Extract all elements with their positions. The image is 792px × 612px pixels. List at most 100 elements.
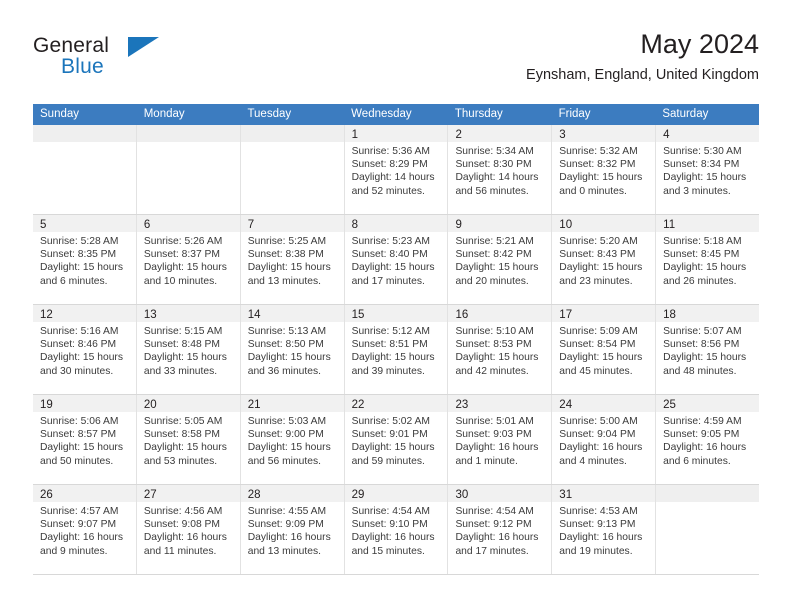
day-sun-info: Sunrise: 4:54 AM Sunset: 9:12 PM Daylight:… xyxy=(448,502,551,558)
day-sun-info: Sunrise: 5:15 AM Sunset: 8:48 PM Daylight:… xyxy=(137,322,240,378)
sunset-text: Sunset: 8:50 PM xyxy=(247,339,324,351)
sunset-text: Sunset: 9:05 PM xyxy=(663,429,740,441)
calendar-day-cell-empty xyxy=(33,125,137,214)
day-number: 5 xyxy=(40,219,47,231)
day-sun-info: Sunrise: 5:12 AM Sunset: 8:51 PM Daylight:… xyxy=(345,322,448,378)
calendar-day-cell[interactable]: 2 Sunrise: 5:34 AM Sunset: 8:30 PM Daylight… xyxy=(448,125,553,214)
general-blue-logo[interactable]: General Blue xyxy=(33,34,213,90)
calendar-day-cell[interactable]: 4 Sunrise: 5:30 AM Sunset: 8:34 PM Daylight… xyxy=(656,125,760,214)
daylight-text-line2: and 56 minutes. xyxy=(247,455,321,467)
day-number-bar xyxy=(656,485,760,502)
calendar-day-cell[interactable]: 14 Sunrise: 5:13 AM Sunset: 8:50 PM Dayligh… xyxy=(240,305,345,394)
calendar-day-cell[interactable]: 8 Sunrise: 5:23 AM Sunset: 8:40 PM Daylight… xyxy=(344,215,449,304)
sunrise-text: Sunrise: 5:36 AM xyxy=(351,146,430,157)
day-sun-info: Sunrise: 4:55 AM Sunset: 9:09 PM Daylight:… xyxy=(241,502,344,558)
day-number: 3 xyxy=(559,129,566,141)
daylight-text-line2: and 52 minutes. xyxy=(351,185,425,197)
calendar-day-cell[interactable]: 28 Sunrise: 4:55 AM Sunset: 9:09 PM Dayligh… xyxy=(240,485,345,574)
day-number-bar xyxy=(240,125,344,142)
sunset-text: Sunset: 8:37 PM xyxy=(143,249,220,261)
daylight-text-line2: and 4 minutes. xyxy=(559,455,627,467)
day-number-bar: 18 xyxy=(656,305,760,322)
day-sun-info: Sunrise: 5:06 AM Sunset: 8:57 PM Daylight:… xyxy=(33,412,136,468)
daylight-text-line1: Daylight: 16 hours xyxy=(351,532,435,544)
calendar-day-cell[interactable]: 9 Sunrise: 5:21 AM Sunset: 8:42 PM Daylight… xyxy=(448,215,553,304)
calendar-day-cell[interactable]: 10 Sunrise: 5:20 AM Sunset: 8:43 PM Dayligh… xyxy=(552,215,657,304)
daylight-text-line2: and 11 minutes. xyxy=(143,545,217,557)
sunrise-text: Sunrise: 4:56 AM xyxy=(143,506,223,517)
calendar-day-cell[interactable]: 12 Sunrise: 5:16 AM Sunset: 8:46 PM Dayligh… xyxy=(33,305,137,394)
day-number: 13 xyxy=(143,309,157,321)
calendar-day-cell[interactable]: 26 Sunrise: 4:57 AM Sunset: 9:07 PM Dayligh… xyxy=(33,485,137,574)
daylight-text-line1: Daylight: 16 hours xyxy=(559,532,643,544)
daylight-text-line2: and 10 minutes. xyxy=(143,275,218,287)
calendar-day-cell[interactable]: 17 Sunrise: 5:09 AM Sunset: 8:54 PM Dayligh… xyxy=(552,305,657,394)
day-number: 1 xyxy=(351,129,358,141)
calendar-day-cell[interactable]: 7 Sunrise: 5:25 AM Sunset: 8:38 PM Daylight… xyxy=(240,215,345,304)
calendar-day-cell[interactable]: 13 Sunrise: 5:15 AM Sunset: 8:48 PM Dayligh… xyxy=(136,305,241,394)
day-number: 7 xyxy=(247,219,255,231)
calendar-day-cell[interactable]: 5 Sunrise: 5:28 AM Sunset: 8:35 PM Daylight… xyxy=(33,215,137,304)
sunset-text: Sunset: 8:30 PM xyxy=(455,159,532,171)
sunrise-text: Sunrise: 5:30 AM xyxy=(663,146,742,157)
day-sun-info: Sunrise: 5:07 AM Sunset: 8:56 PM Daylight:… xyxy=(656,322,759,378)
daylight-text-line2: and 19 minutes. xyxy=(559,545,633,557)
daylight-text-line2: and 15 minutes. xyxy=(351,545,425,557)
calendar-day-cell[interactable]: 23 Sunrise: 5:01 AM Sunset: 9:03 PM Dayligh… xyxy=(448,395,553,484)
calendar-day-cell[interactable]: 21 Sunrise: 5:03 AM Sunset: 9:00 PM Dayligh… xyxy=(240,395,345,484)
sunset-text: Sunset: 8:56 PM xyxy=(663,339,740,351)
calendar-day-cell[interactable]: 20 Sunrise: 5:05 AM Sunset: 8:58 PM Dayligh… xyxy=(136,395,241,484)
day-number: 23 xyxy=(455,399,469,411)
day-number: 26 xyxy=(40,489,53,501)
daylight-text-line1: Daylight: 15 hours xyxy=(143,442,227,454)
calendar-day-cell[interactable]: 22 Sunrise: 5:02 AM Sunset: 9:01 PM Dayligh… xyxy=(344,395,449,484)
day-sun-info: Sunrise: 4:57 AM Sunset: 9:07 PM Daylight:… xyxy=(33,502,136,558)
calendar-day-cell[interactable]: 11 Sunrise: 5:18 AM Sunset: 8:45 PM Dayligh… xyxy=(656,215,760,304)
day-sun-info: Sunrise: 4:54 AM Sunset: 9:10 PM Daylight:… xyxy=(345,502,448,558)
sunrise-text: Sunrise: 5:23 AM xyxy=(351,236,430,247)
day-sun-info: Sunrise: 5:34 AM Sunset: 8:30 PM Daylight:… xyxy=(448,142,551,198)
daylight-text-line2: and 3 minutes. xyxy=(663,185,731,197)
daylight-text-line1: Daylight: 15 hours xyxy=(40,262,123,274)
calendar-day-cell[interactable]: 6 Sunrise: 5:26 AM Sunset: 8:37 PM Daylight… xyxy=(136,215,241,304)
daylight-text-line1: Daylight: 15 hours xyxy=(663,262,747,274)
day-number-bar: 11 xyxy=(656,215,760,232)
day-sun-info: Sunrise: 5:18 AM Sunset: 8:45 PM Daylight:… xyxy=(656,232,759,288)
daylight-text-line1: Daylight: 15 hours xyxy=(559,172,643,184)
calendar-day-cell[interactable]: 31 Sunrise: 4:53 AM Sunset: 9:13 PM Dayligh… xyxy=(552,485,657,574)
day-number: 11 xyxy=(663,219,676,231)
calendar-day-cell[interactable]: 15 Sunrise: 5:12 AM Sunset: 8:51 PM Dayligh… xyxy=(344,305,449,394)
calendar-day-cell[interactable]: 25 Sunrise: 4:59 AM Sunset: 9:05 PM Dayligh… xyxy=(656,395,760,484)
daylight-text-line2: and 9 minutes. xyxy=(40,545,108,557)
day-number: 10 xyxy=(559,219,573,231)
day-number: 16 xyxy=(455,309,469,321)
day-number-bar: 17 xyxy=(552,305,656,322)
sunrise-text: Sunrise: 5:09 AM xyxy=(559,326,638,337)
day-number: 18 xyxy=(663,309,676,321)
day-number-bar: 9 xyxy=(448,215,552,232)
daylight-text-line2: and 50 minutes. xyxy=(40,455,114,467)
sunset-text: Sunset: 8:51 PM xyxy=(351,339,428,351)
day-number-bar: 29 xyxy=(344,485,448,502)
calendar-day-cell[interactable]: 24 Sunrise: 5:00 AM Sunset: 9:04 PM Dayligh… xyxy=(552,395,657,484)
calendar-day-cell[interactable]: 27 Sunrise: 4:56 AM Sunset: 9:08 PM Dayligh… xyxy=(136,485,241,574)
calendar-day-cell[interactable]: 18 Sunrise: 5:07 AM Sunset: 8:56 PM Dayligh… xyxy=(656,305,760,394)
daylight-text-line1: Daylight: 15 hours xyxy=(143,352,227,364)
calendar-day-cell[interactable]: 29 Sunrise: 4:54 AM Sunset: 9:10 PM Dayligh… xyxy=(344,485,449,574)
daylight-text-line1: Daylight: 14 hours xyxy=(455,172,539,184)
sunrise-text: Sunrise: 5:28 AM xyxy=(40,236,119,247)
sunset-text: Sunset: 8:58 PM xyxy=(143,429,220,441)
dow-saturday: Saturday xyxy=(662,108,709,120)
day-sun-info: Sunrise: 4:59 AM Sunset: 9:05 PM Daylight:… xyxy=(656,412,759,468)
day-number: 29 xyxy=(351,489,365,501)
sunrise-text: Sunrise: 5:18 AM xyxy=(663,236,742,247)
day-sun-info: Sunrise: 5:32 AM Sunset: 8:32 PM Daylight:… xyxy=(552,142,655,198)
calendar-day-cell[interactable]: 3 Sunrise: 5:32 AM Sunset: 8:32 PM Daylight… xyxy=(552,125,657,214)
day-number: 21 xyxy=(247,399,261,411)
calendar-day-cell[interactable]: 16 Sunrise: 5:10 AM Sunset: 8:53 PM Dayligh… xyxy=(448,305,553,394)
calendar-day-cell[interactable]: 19 Sunrise: 5:06 AM Sunset: 8:57 PM Dayligh… xyxy=(33,395,137,484)
sunset-text: Sunset: 8:32 PM xyxy=(559,159,636,171)
calendar-day-cell[interactable]: 1 Sunrise: 5:36 AM Sunset: 8:29 PM Daylight… xyxy=(344,125,449,214)
calendar-day-cell[interactable]: 30 Sunrise: 4:54 AM Sunset: 9:12 PM Dayligh… xyxy=(448,485,553,574)
day-number-bar: 12 xyxy=(33,305,136,322)
